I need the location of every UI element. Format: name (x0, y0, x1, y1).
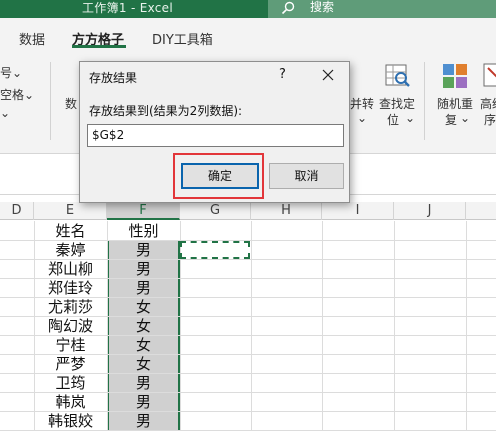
chevron-down-icon: ⌄ (460, 111, 471, 125)
worksheet-grid[interactable]: 姓名 性别 秦婷 男 郑山柳 男 郑佳玲 男 尤莉莎 女 陶幻波 女 宁桂 女 … (0, 221, 496, 431)
cell-gender[interactable]: 男 (107, 373, 180, 393)
cell-name[interactable]: 卫筠 (34, 373, 107, 393)
search-box[interactable]: 搜索 (268, 0, 496, 18)
cell-name[interactable]: 陶幻波 (34, 316, 107, 336)
active-tab-indicator (72, 45, 126, 48)
cell-name[interactable]: 郑佳玲 (34, 278, 107, 298)
search-icon (281, 1, 295, 15)
find-locate-label[interactable]: 查找定 (379, 95, 415, 112)
column-header-j[interactable]: J (394, 202, 466, 220)
cancel-button[interactable]: 取消 (269, 163, 344, 189)
window-title: 工作簿1 - Excel (82, 1, 173, 15)
save-result-dialog: 存放结果 ? 存放结果到(结果为2列数据): $G$2 确定 取消 (79, 61, 350, 203)
close-button[interactable] (314, 63, 342, 87)
grid-line (322, 221, 323, 431)
dialog-title: 存放结果 (89, 71, 138, 85)
ribbon-merge-label[interactable]: 并转 (350, 95, 374, 112)
column-headers: D E F G H I J (0, 202, 496, 220)
column-header-g[interactable]: G (180, 202, 251, 220)
cell-name[interactable]: 姓名 (34, 221, 107, 241)
cell-gender[interactable]: 男 (107, 278, 180, 298)
destination-label: 存放结果到(结果为2列数据): (89, 104, 243, 118)
title-bar: 工作簿1 - Excel 搜索 (0, 0, 496, 18)
advanced-sort-sub: 序 (484, 113, 496, 127)
cell-gender[interactable]: 女 (107, 316, 180, 336)
help-button[interactable]: ? (279, 67, 286, 82)
random-repeat-sub: 复 (445, 113, 458, 127)
destination-input[interactable]: $G$2 (87, 124, 344, 147)
column-header-i[interactable]: I (322, 202, 394, 220)
ok-button[interactable]: 确定 (181, 163, 259, 189)
cell-name[interactable]: 严梦 (34, 354, 107, 374)
ribbon-tabs: 数据 方方格子 DIY工具箱 (0, 18, 496, 54)
find-locate-sub: 位 (387, 113, 400, 127)
grid-line (251, 221, 252, 431)
ribbon-item-number[interactable]: 号⌄ (0, 64, 22, 81)
column-header-e[interactable]: E (34, 202, 107, 220)
ribbon-partial-label[interactable]: 数 (65, 95, 77, 112)
chevron-down-icon: ⌄ (24, 88, 35, 102)
cell-name[interactable]: 宁桂 (34, 335, 107, 355)
ribbon-item-number-label: 号 (0, 66, 13, 80)
ribbon-divider (50, 62, 51, 140)
cell-gender[interactable]: 男 (107, 392, 180, 412)
chevron-down-icon: ⌄ (357, 111, 368, 125)
cell-gender[interactable]: 男 (107, 259, 180, 279)
column-header-d[interactable]: D (0, 202, 34, 220)
cell-name[interactable]: 韩银姣 (34, 411, 107, 431)
ribbon-divider (424, 62, 425, 140)
find-locate-icon[interactable] (384, 62, 412, 90)
tab-data[interactable]: 数据 (19, 29, 45, 48)
cell-gender[interactable]: 男 (107, 411, 180, 431)
random-repeat-label[interactable]: 随机重 (437, 95, 473, 112)
search-label: 搜索 (310, 0, 335, 14)
cell-gender[interactable]: 男 (107, 240, 180, 260)
random-repeat-icon[interactable] (441, 62, 469, 90)
chevron-down-icon: ⌄ (405, 111, 416, 125)
column-header-f[interactable]: F (107, 202, 180, 220)
cell-gender[interactable]: 女 (107, 297, 180, 317)
grid-line (394, 221, 395, 431)
cell-name[interactable]: 秦婷 (34, 240, 107, 260)
cell-gender[interactable]: 性别 (107, 221, 180, 241)
ribbon-item-space[interactable]: 空格⌄ (0, 86, 34, 103)
cell-name[interactable]: 尤莉莎 (34, 297, 107, 317)
paste-target-marquee (180, 241, 250, 259)
advanced-sort-icon[interactable] (482, 62, 496, 90)
cell-name[interactable]: 郑山柳 (34, 259, 107, 279)
chevron-down-icon: ⌄ (12, 66, 23, 80)
tab-diy-toolbox[interactable]: DIY工具箱 (152, 29, 213, 48)
advanced-sort-label[interactable]: 高级 (480, 95, 496, 112)
cell-name[interactable]: 韩岚 (34, 392, 107, 412)
close-icon (322, 69, 334, 81)
chevron-down-icon[interactable]: ⌄ (0, 106, 10, 120)
cell-gender[interactable]: 女 (107, 335, 180, 355)
grid-line (466, 221, 467, 431)
ribbon-item-space-label: 空格 (0, 88, 25, 102)
cell-gender[interactable]: 女 (107, 354, 180, 374)
column-header-h[interactable]: H (251, 202, 322, 220)
